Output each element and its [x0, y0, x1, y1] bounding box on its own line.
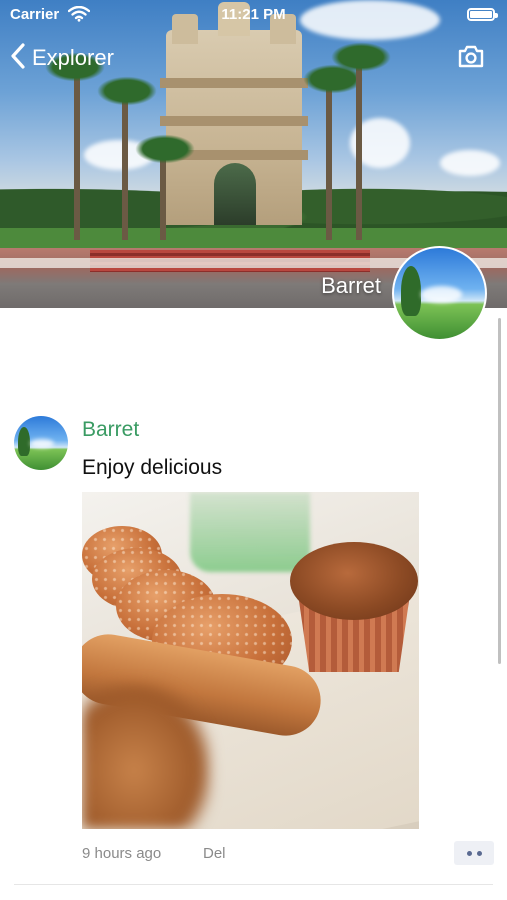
- muffin: [290, 542, 418, 672]
- back-button[interactable]: Explorer: [10, 40, 114, 76]
- chevron-left-icon: [10, 42, 26, 75]
- status-bar: Carrier 11:21 PM: [0, 0, 507, 30]
- status-time: 11:21 PM: [221, 6, 286, 23]
- post-text: Enjoy delicious: [82, 456, 223, 479]
- delete-button[interactable]: Del: [203, 845, 226, 862]
- post-author-avatar[interactable]: [14, 416, 68, 470]
- camera-icon: [457, 45, 485, 74]
- post-image[interactable]: [82, 492, 419, 829]
- profile-name: Barret: [321, 273, 381, 298]
- scrollbar[interactable]: [498, 318, 501, 664]
- battery-icon: [467, 8, 498, 21]
- more-dots-icon: [466, 850, 472, 856]
- profile-avatar[interactable]: [392, 246, 487, 341]
- post-divider: [14, 884, 493, 885]
- monument: [160, 2, 308, 225]
- post-author-name[interactable]: Barret: [82, 418, 139, 442]
- more-button[interactable]: [454, 841, 494, 865]
- post-timestamp: 9 hours ago: [82, 845, 162, 862]
- back-button-label: Explorer: [32, 45, 114, 70]
- camera-button[interactable]: [457, 44, 485, 70]
